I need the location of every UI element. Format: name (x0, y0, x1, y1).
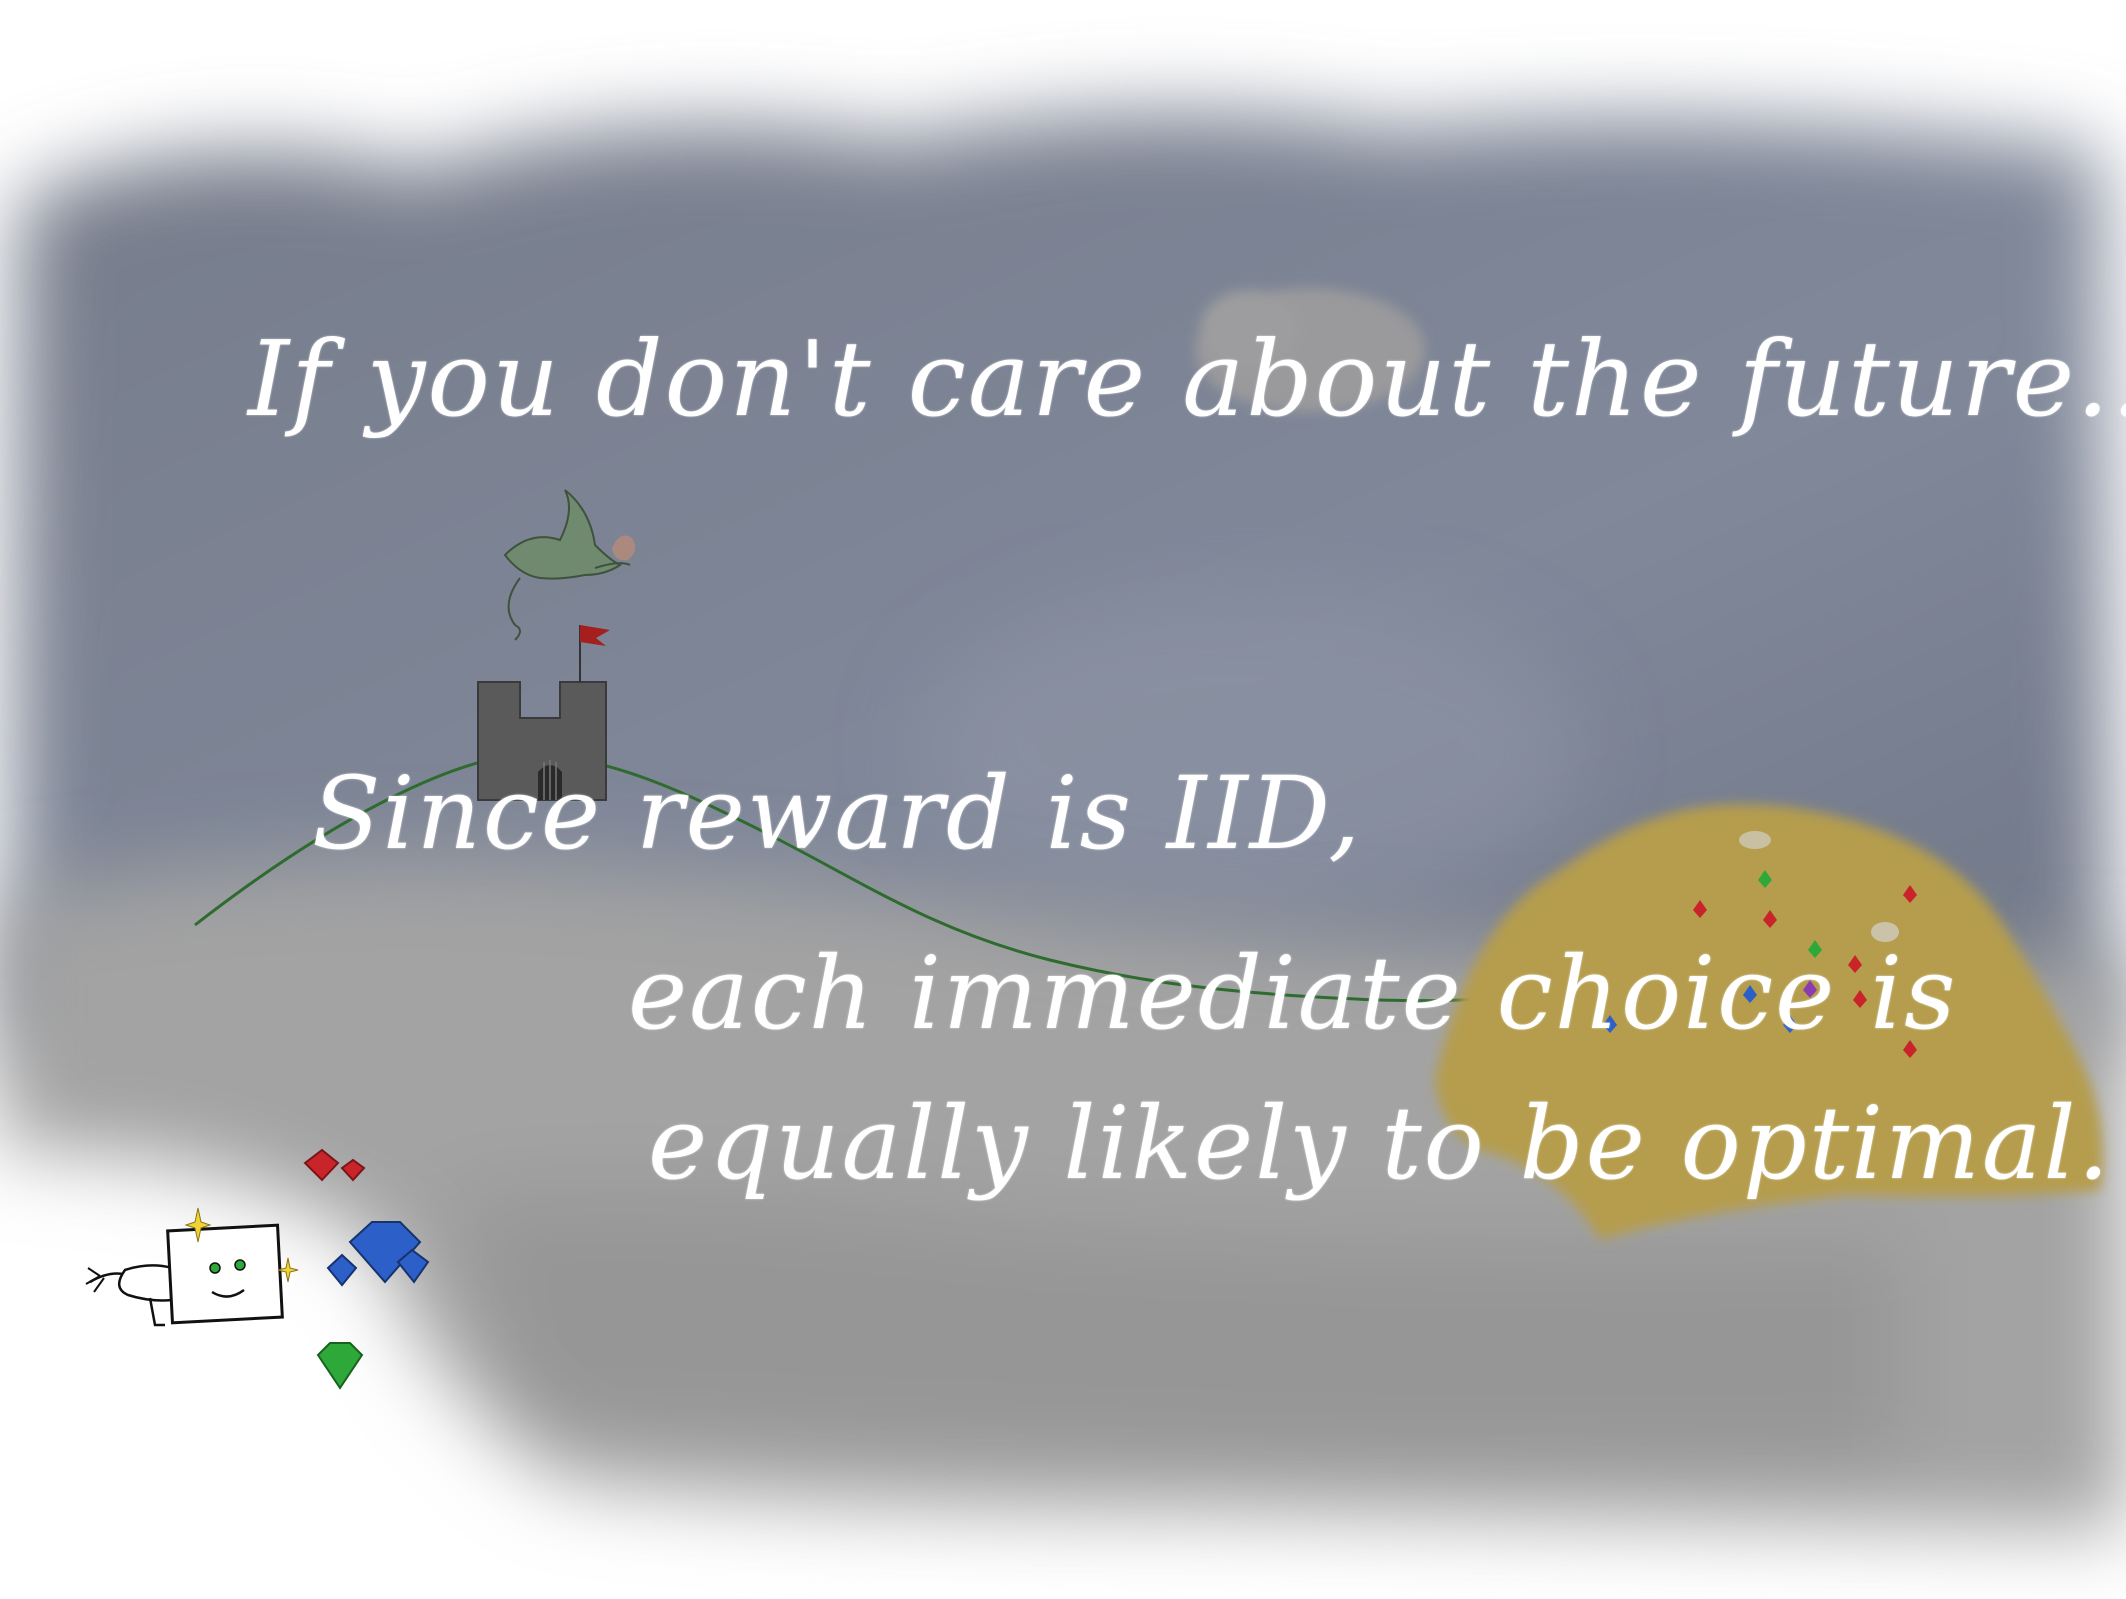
caption-line-2: Since reward is IID, (312, 755, 1363, 872)
caption-line-4: equally likely to be optimal. (648, 1085, 2112, 1202)
robot-eye (209, 1262, 221, 1274)
robot-eye (234, 1259, 246, 1271)
caption-line-1: If you don't care about the future... (248, 318, 2126, 440)
caption-line-3: each immediate choice is (628, 935, 1958, 1052)
robot-body (166, 1223, 284, 1325)
